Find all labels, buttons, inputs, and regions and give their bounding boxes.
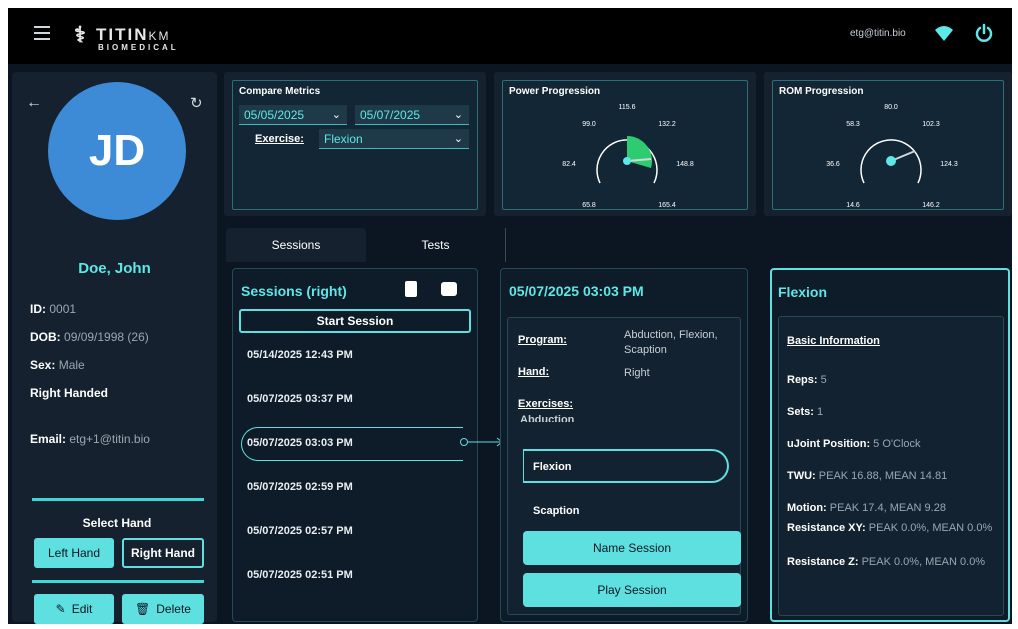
power-progression-panel: Power Progression 115.6 99.0 132.2 82.4 … [494, 72, 756, 216]
exercise-label: Exercise: [255, 133, 304, 145]
power-tick-label: 99.0 [582, 121, 596, 128]
date-to-select[interactable]: 05/07/2025 ⌄ [355, 105, 469, 125]
rom-tick-label: 58.3 [846, 121, 860, 128]
app-frame: ⚕ TITINKM BIOMEDICAL etg@titin.bio ← ↻ J… [8, 8, 1012, 624]
session-item[interactable]: 05/14/2025 12:43 PM [247, 349, 353, 361]
divider [32, 498, 204, 501]
sessions-column: Sessions (right) Start Session 05/14/202… [232, 268, 478, 622]
wifi-icon[interactable] [934, 24, 954, 42]
hand-value: Right [624, 367, 650, 379]
exercises-label: Exercises: [518, 398, 574, 410]
divider [32, 580, 204, 583]
chevron-down-icon: ⌄ [453, 109, 463, 121]
power-tick-label: 65.8 [582, 202, 596, 209]
patient-id: ID: 0001 [30, 302, 77, 316]
power-tick-label: 165.4 [658, 202, 676, 209]
select-hand-label: Select Hand [82, 516, 152, 530]
avatar: JD [48, 82, 186, 220]
joint-position-line: uJoint Position: 5 O'Clock [787, 438, 921, 450]
session-detail-title: 05/07/2025 03:03 PM [509, 283, 644, 299]
exercise-item[interactable]: Abduction [520, 414, 574, 422]
session-item-selected[interactable]: 05/07/2025 03:03 PM [247, 437, 353, 449]
logo-subtitle: BIOMEDICAL [98, 43, 179, 52]
power-gauge-fill [627, 136, 652, 168]
rom-tick-label: 36.6 [826, 161, 840, 168]
user-email: etg@titin.bio [850, 28, 906, 39]
exercise-detail-column: Flexion Basic Information Reps: 5 Sets: … [770, 268, 1010, 622]
rom-gauge-hub [886, 156, 896, 166]
power-icon[interactable] [974, 23, 994, 43]
compare-metrics-panel: Compare Metrics 05/05/2025 ⌄ 05/07/2025 ⌄ … [224, 72, 486, 216]
edit-button[interactable]: ✎ Edit [34, 594, 114, 624]
patient-email: Email: etg+1@titin.bio [30, 432, 150, 446]
right-hand-button[interactable]: Right Hand [122, 538, 204, 568]
rom-progression-panel: ROM Progression 80.0 58.3 102.3 36.6 124… [764, 72, 1012, 216]
exercise-detail-box: Basic Information Reps: 5 Sets: 1 uJoint… [778, 316, 1004, 616]
session-item[interactable]: 05/07/2025 02:51 PM [247, 569, 353, 581]
power-tick-label: 132.2 [658, 121, 676, 128]
menu-icon[interactable] [34, 26, 50, 40]
export-file-icon[interactable] [405, 281, 417, 297]
tab-bar: Sessions Tests [226, 228, 1012, 262]
rom-tick-label: 102.3 [922, 121, 940, 128]
start-session-button[interactable]: Start Session [239, 309, 471, 333]
rom-progression-box: ROM Progression 80.0 58.3 102.3 36.6 124… [772, 80, 1004, 210]
session-item[interactable]: 05/07/2025 02:57 PM [247, 525, 353, 537]
chevron-down-icon: ⌄ [453, 133, 463, 145]
print-icon[interactable] [441, 282, 457, 296]
left-hand-button[interactable]: Left Hand [34, 538, 114, 568]
back-arrow-icon[interactable]: ← [26, 94, 42, 112]
rom-tick-label: 146.2 [922, 202, 940, 209]
power-tick-label: 115.6 [619, 104, 636, 111]
session-item[interactable]: 05/07/2025 02:59 PM [247, 481, 353, 493]
tab-sessions[interactable]: Sessions [226, 228, 366, 262]
logo-mark-icon: ⚕ [74, 22, 86, 47]
name-session-button[interactable]: Name Session [523, 531, 741, 565]
rom-tick-label: 124.3 [940, 161, 958, 168]
resistance-xy-line: Resistance XY: PEAK 0.0%, MEAN 0.0% [787, 522, 993, 534]
play-session-button[interactable]: Play Session [523, 573, 741, 607]
power-tick-label: 82.4 [562, 161, 576, 168]
patient-name: Doe, John [78, 260, 151, 277]
patient-sex: Sex: Male [30, 358, 85, 372]
pencil-icon: ✎ [55, 602, 66, 616]
program-value: Abduction, Flexion, Scaption [624, 329, 718, 356]
trash-icon: 🗑 [135, 602, 151, 616]
compare-metrics-title: Compare Metrics [239, 86, 321, 97]
basic-info-heading: Basic Information [787, 335, 880, 347]
power-progression-box: Power Progression 115.6 99.0 132.2 82.4 … [502, 80, 748, 210]
session-item[interactable]: 05/07/2025 03:37 PM [247, 393, 353, 405]
patient-handedness: Right Handed [30, 386, 108, 400]
twu-line: TWU: PEAK 16.88, MEAN 14.81 [787, 470, 948, 482]
power-gauge-hub [623, 157, 631, 165]
logo: ⚕ TITINKM BIOMEDICAL [74, 22, 204, 52]
patient-dob: DOB: 09/09/1998 (26) [30, 330, 149, 344]
sessions-title: Sessions (right) [241, 283, 347, 299]
sets-line: Sets: 1 [787, 406, 824, 418]
delete-button[interactable]: 🗑 Delete [122, 594, 204, 624]
reps-line: Reps: 5 [787, 374, 827, 386]
rom-gauge: 80.0 58.3 102.3 36.6 124.3 14.6 146.2 [826, 104, 958, 209]
patient-panel: ← ↻ JD Doe, John ID: 0001 DOB: 09/09/199… [12, 72, 217, 624]
tab-tests[interactable]: Tests [366, 228, 506, 262]
power-gauge: 115.6 99.0 132.2 82.4 148.8 65.8 165.4 [562, 104, 694, 209]
exercise-detail-title: Flexion [778, 284, 828, 300]
logo-text: TITINKM [96, 25, 171, 44]
motion-line: Motion: PEAK 17.4, MEAN 9.28 [787, 502, 946, 514]
exercise-item-selected[interactable]: Flexion [533, 461, 572, 473]
top-bar: ⚕ TITINKM BIOMEDICAL etg@titin.bio [8, 8, 1012, 64]
hand-label: Hand: [518, 366, 550, 378]
exercise-item[interactable]: Scaption [533, 505, 579, 517]
rom-tick-label: 80.0 [884, 104, 898, 111]
program-label: Program: [518, 334, 567, 346]
date-from-select[interactable]: 05/05/2025 ⌄ [239, 105, 347, 125]
exercise-select[interactable]: Flexion ⌄ [319, 129, 469, 149]
chevron-down-icon: ⌄ [331, 109, 341, 121]
power-tick-label: 148.8 [676, 161, 694, 168]
rom-tick-label: 14.6 [846, 202, 860, 209]
refresh-icon[interactable]: ↻ [190, 94, 203, 112]
compare-metrics-box: Compare Metrics 05/05/2025 ⌄ 05/07/2025 ⌄ … [232, 80, 478, 210]
resistance-z-line: Resistance Z: PEAK 0.0%, MEAN 0.0% [787, 556, 986, 568]
session-detail-column: 05/07/2025 03:03 PM Program: Abduction, … [500, 268, 748, 622]
